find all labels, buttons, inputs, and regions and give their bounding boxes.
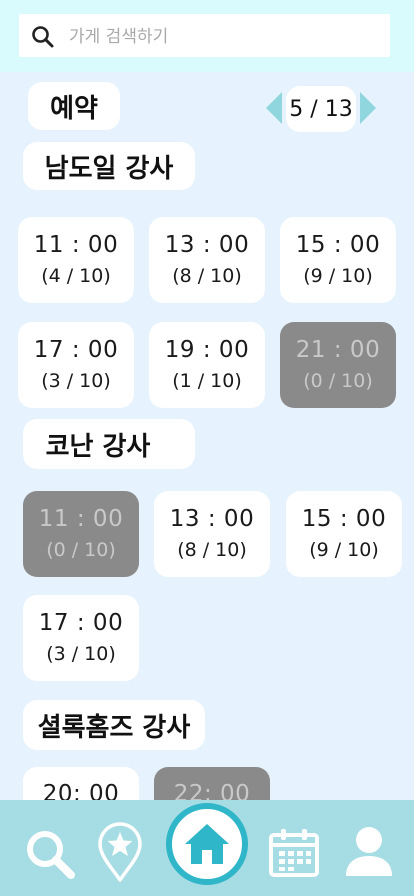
slot-capacity: (1 / 10) [172,370,242,392]
slot-time: 21 : 00 [295,337,381,363]
slot-time: 17 : 00 [33,337,119,363]
prev-page-arrow-icon[interactable] [266,92,282,124]
section-title-instructor: 셜록홈즈 강사 [23,700,205,750]
slot-time: 15 : 00 [301,506,387,532]
slot-time: 13 : 00 [169,506,255,532]
user-icon[interactable] [344,826,394,878]
next-page-arrow-icon[interactable] [360,92,376,124]
time-slot[interactable]: 19 : 00 (1 / 10) [149,322,265,408]
time-slot[interactable]: 15 : 00 (9 / 10) [286,491,402,577]
section-title-instructor: 코난 강사 [23,419,195,469]
slot-capacity: (3 / 10) [46,643,116,665]
time-slot[interactable]: 17 : 00 (3 / 10) [18,322,134,408]
slot-time: 19 : 00 [164,337,250,363]
slot-capacity: (0 / 10) [303,370,373,392]
time-slot[interactable]: 17 : 00 (3 / 10) [23,595,139,681]
home-icon [185,824,229,864]
slot-capacity: (8 / 10) [177,539,247,561]
slot-capacity: (0 / 10) [46,539,116,561]
search-icon [32,26,54,48]
search-input[interactable] [67,14,371,59]
search-box[interactable] [19,14,390,59]
page-title: 예약 [28,82,120,130]
search-icon[interactable] [24,828,78,882]
time-slot[interactable]: 13 : 00 (8 / 10) [149,217,265,303]
slot-capacity: (3 / 10) [41,370,111,392]
slot-capacity: (9 / 10) [303,265,373,287]
slot-capacity: (8 / 10) [172,265,242,287]
favorite-pin-icon[interactable] [96,822,144,884]
calendar-icon[interactable] [268,828,320,878]
slot-time: 11 : 00 [38,506,124,532]
time-slot[interactable]: 15 : 00 (9 / 10) [280,217,396,303]
section-title-instructor: 남도일 강사 [23,142,195,190]
slot-time: 15 : 00 [295,232,381,258]
home-button[interactable] [166,803,248,885]
slot-time: 11 : 00 [33,232,119,258]
slot-time: 17 : 00 [38,610,124,636]
slot-time: 13 : 00 [164,232,250,258]
page-indicator: 5 / 13 [286,86,356,132]
slot-capacity: (9 / 10) [309,539,379,561]
slot-capacity: (4 / 10) [41,265,111,287]
time-slot-full: 21 : 00 (0 / 10) [280,322,396,408]
time-slot-full: 11 : 00 (0 / 10) [23,491,139,577]
time-slot[interactable]: 13 : 00 (8 / 10) [154,491,270,577]
time-slot[interactable]: 11 : 00 (4 / 10) [18,217,134,303]
